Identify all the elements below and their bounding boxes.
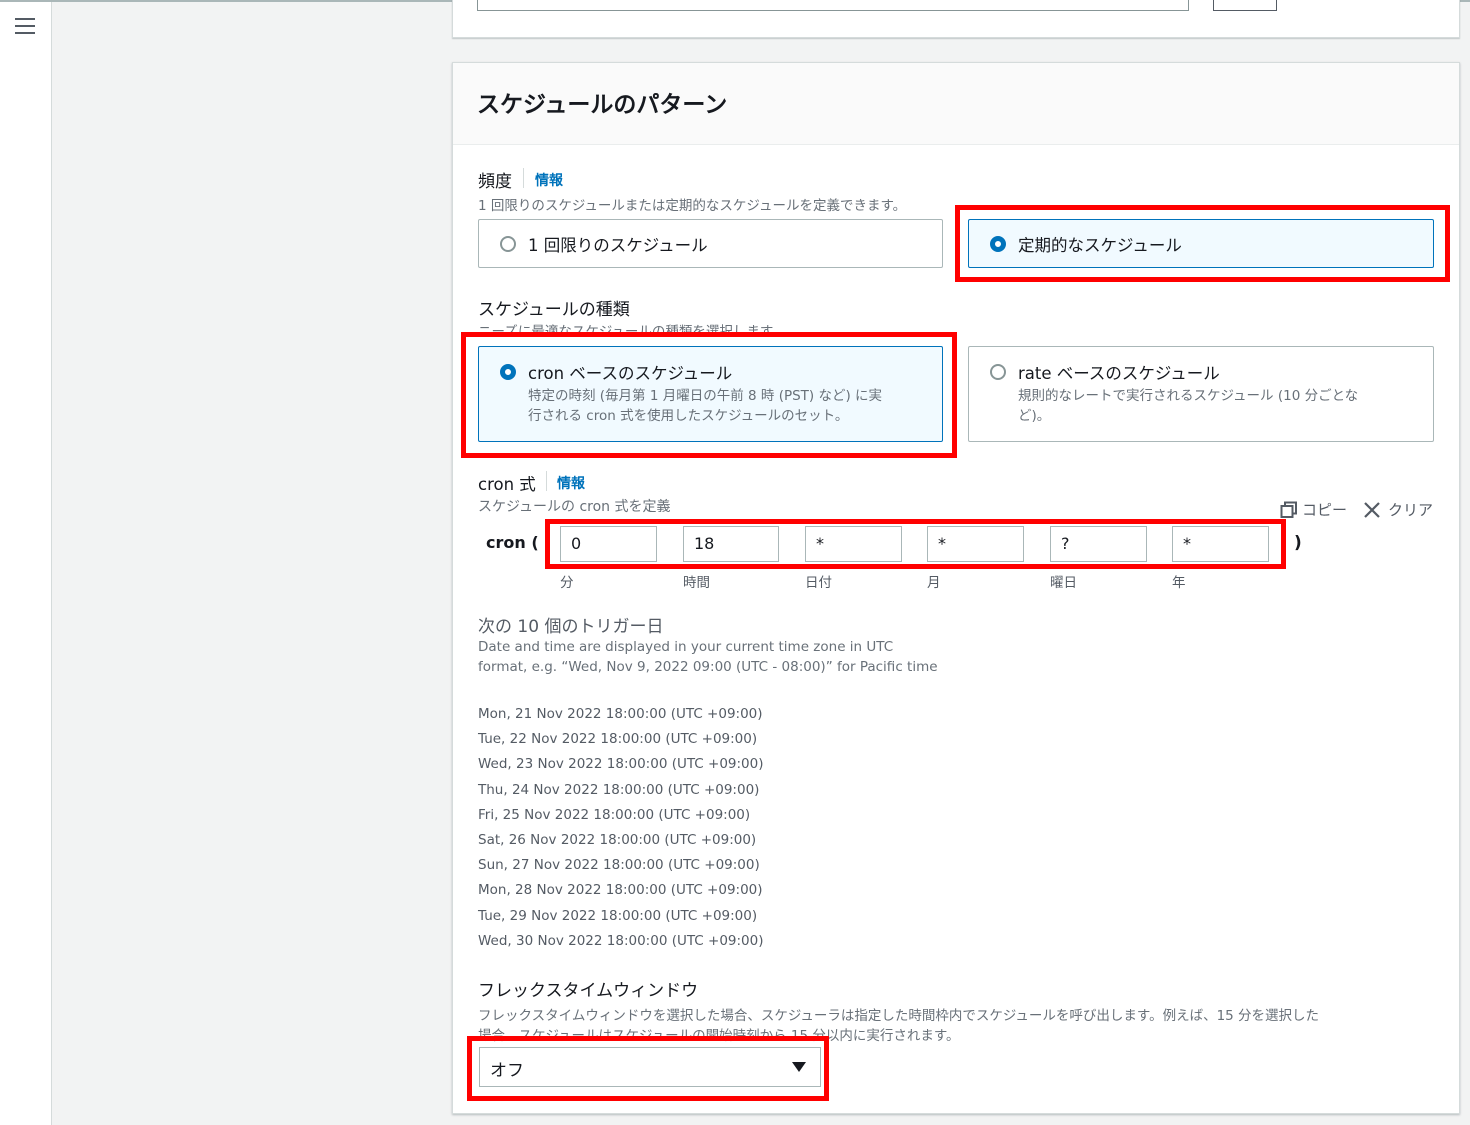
cron-day-of-month-input[interactable]: * xyxy=(805,526,902,562)
one-time-schedule-option[interactable]: 1 回限りのスケジュール xyxy=(478,219,943,268)
flex-window-select[interactable]: オフ xyxy=(479,1047,821,1087)
flex-window-description-1: フレックスタイムウィンドウを選択した場合、スケジューラは指定した時間枠内でスケジ… xyxy=(478,1008,1320,1024)
flex-window-description-2: 場合、スケジュールはスケジュールの開始時刻から 15 分以内に実行されます。 xyxy=(478,1028,960,1044)
rate-based-description-2: ど)。 xyxy=(1018,408,1051,424)
timezone-note-2: format, e.g. “Wed, Nov 9, 2022 09:00 (UT… xyxy=(478,659,938,675)
cron-based-description-2: 行される cron 式を使用したスケジュールのセット。 xyxy=(528,408,849,424)
copy-button[interactable]: コピー xyxy=(1280,499,1347,520)
next-triggers-title: 次の 10 個のトリガー日 xyxy=(478,617,664,637)
cron-day-of-month-caption: 日付 xyxy=(805,575,832,591)
timezone-note-1: Date and time are displayed in your curr… xyxy=(478,639,894,655)
frequency-info-link[interactable]: 情報 xyxy=(535,170,563,190)
recurring-schedule-label: 定期的なスケジュール xyxy=(1018,236,1182,255)
one-time-schedule-label: 1 回限りのスケジュール xyxy=(528,236,708,255)
copy-label: コピー xyxy=(1302,501,1348,519)
cron-year-input[interactable]: * xyxy=(1172,526,1269,562)
rate-based-label: rate ベースのスケジュール xyxy=(1018,364,1220,383)
frequency-description: 1 回限りのスケジュールまたは定期的なスケジュールを定義できます。 xyxy=(478,198,907,214)
trigger-date: Tue, 22 Nov 2022 18:00:00 (UTC +09:00) xyxy=(478,731,758,748)
cron-hours-input[interactable]: 18 xyxy=(683,526,779,562)
cron-prefix: cron ( xyxy=(486,533,539,552)
schedule-type-label: スケジュールの種類 xyxy=(478,300,630,320)
cron-suffix: ) xyxy=(1294,533,1302,553)
cron-minutes-caption: 分 xyxy=(560,575,574,591)
cron-description: スケジュールの cron 式を定義 xyxy=(478,499,671,515)
previous-input-field[interactable] xyxy=(477,0,1189,11)
trigger-date: Mon, 28 Nov 2022 18:00:00 (UTC +09:00) xyxy=(478,882,763,899)
recurring-schedule-option[interactable]: 定期的なスケジュール xyxy=(968,219,1434,268)
schedule-type-description: ニーズに最適なスケジュールの種類を選択します。 xyxy=(478,324,786,332)
trigger-date: Wed, 30 Nov 2022 18:00:00 (UTC +09:00) xyxy=(478,932,764,949)
clear-label: クリア xyxy=(1388,501,1434,519)
cron-day-of-week-input[interactable]: ? xyxy=(1050,526,1147,562)
trigger-date: Fri, 25 Nov 2022 18:00:00 (UTC +09:00) xyxy=(478,806,751,823)
radio-rate[interactable] xyxy=(990,364,1006,380)
copy-icon xyxy=(1280,501,1297,518)
trigger-date-list: Mon, 21 Nov 2022 18:00:00 (UTC +09:00) T… xyxy=(478,702,764,954)
radio-recurring[interactable] xyxy=(990,236,1006,252)
flex-window-selected-value: オフ xyxy=(490,1061,524,1081)
trigger-date: Sat, 26 Nov 2022 18:00:00 (UTC +09:00) xyxy=(478,831,757,848)
panel-title: スケジュールのパターン xyxy=(477,92,728,118)
frequency-label: 頻度 xyxy=(478,172,512,192)
trigger-date: Wed, 23 Nov 2022 18:00:00 (UTC +09:00) xyxy=(478,756,764,773)
trigger-date: Mon, 21 Nov 2022 18:00:00 (UTC +09:00) xyxy=(478,706,763,722)
cron-month-caption: 月 xyxy=(927,575,941,591)
previous-panel-button[interactable] xyxy=(1213,0,1277,11)
cron-minutes-input[interactable]: 0 xyxy=(560,526,657,562)
cron-day-of-week-caption: 曜日 xyxy=(1050,575,1077,591)
cron-expression-label: cron 式 xyxy=(478,475,536,494)
trigger-date: Tue, 29 Nov 2022 18:00:00 (UTC +09:00) xyxy=(478,907,758,924)
rate-based-description-1: 規則的なレートで実行されるスケジュール (10 分ごとな xyxy=(1018,388,1359,404)
info-separator xyxy=(546,471,547,491)
caret-down-icon xyxy=(792,1062,806,1072)
flex-window-label: フレックスタイムウィンドウ xyxy=(478,981,699,1001)
close-icon xyxy=(1364,502,1380,518)
trigger-date: Sun, 27 Nov 2022 18:00:00 (UTC +09:00) xyxy=(478,857,760,874)
radio-one-time[interactable] xyxy=(500,236,516,252)
side-navigation xyxy=(0,0,52,1125)
cron-info-link[interactable]: 情報 xyxy=(557,473,585,493)
cron-hours-caption: 時間 xyxy=(683,575,710,591)
cron-based-label: cron ベースのスケジュール xyxy=(528,364,733,383)
radio-cron[interactable] xyxy=(500,364,516,380)
cron-year-caption: 年 xyxy=(1172,575,1186,591)
cron-based-schedule-option[interactable]: cron ベースのスケジュール 特定の時刻 (毎月第 1 月曜日の午前 8 時 … xyxy=(478,346,943,442)
cron-month-input[interactable]: * xyxy=(927,526,1024,562)
cron-based-description-1: 特定の時刻 (毎月第 1 月曜日の午前 8 時 (PST) など) に実 xyxy=(528,388,883,404)
clear-button[interactable]: クリア xyxy=(1363,499,1433,520)
hamburger-menu-icon[interactable] xyxy=(15,18,35,34)
trigger-date: Thu, 24 Nov 2022 18:00:00 (UTC +09:00) xyxy=(478,781,760,798)
info-separator xyxy=(523,168,524,188)
rate-based-schedule-option[interactable]: rate ベースのスケジュール 規則的なレートで実行されるスケジュール (10 … xyxy=(968,346,1434,442)
